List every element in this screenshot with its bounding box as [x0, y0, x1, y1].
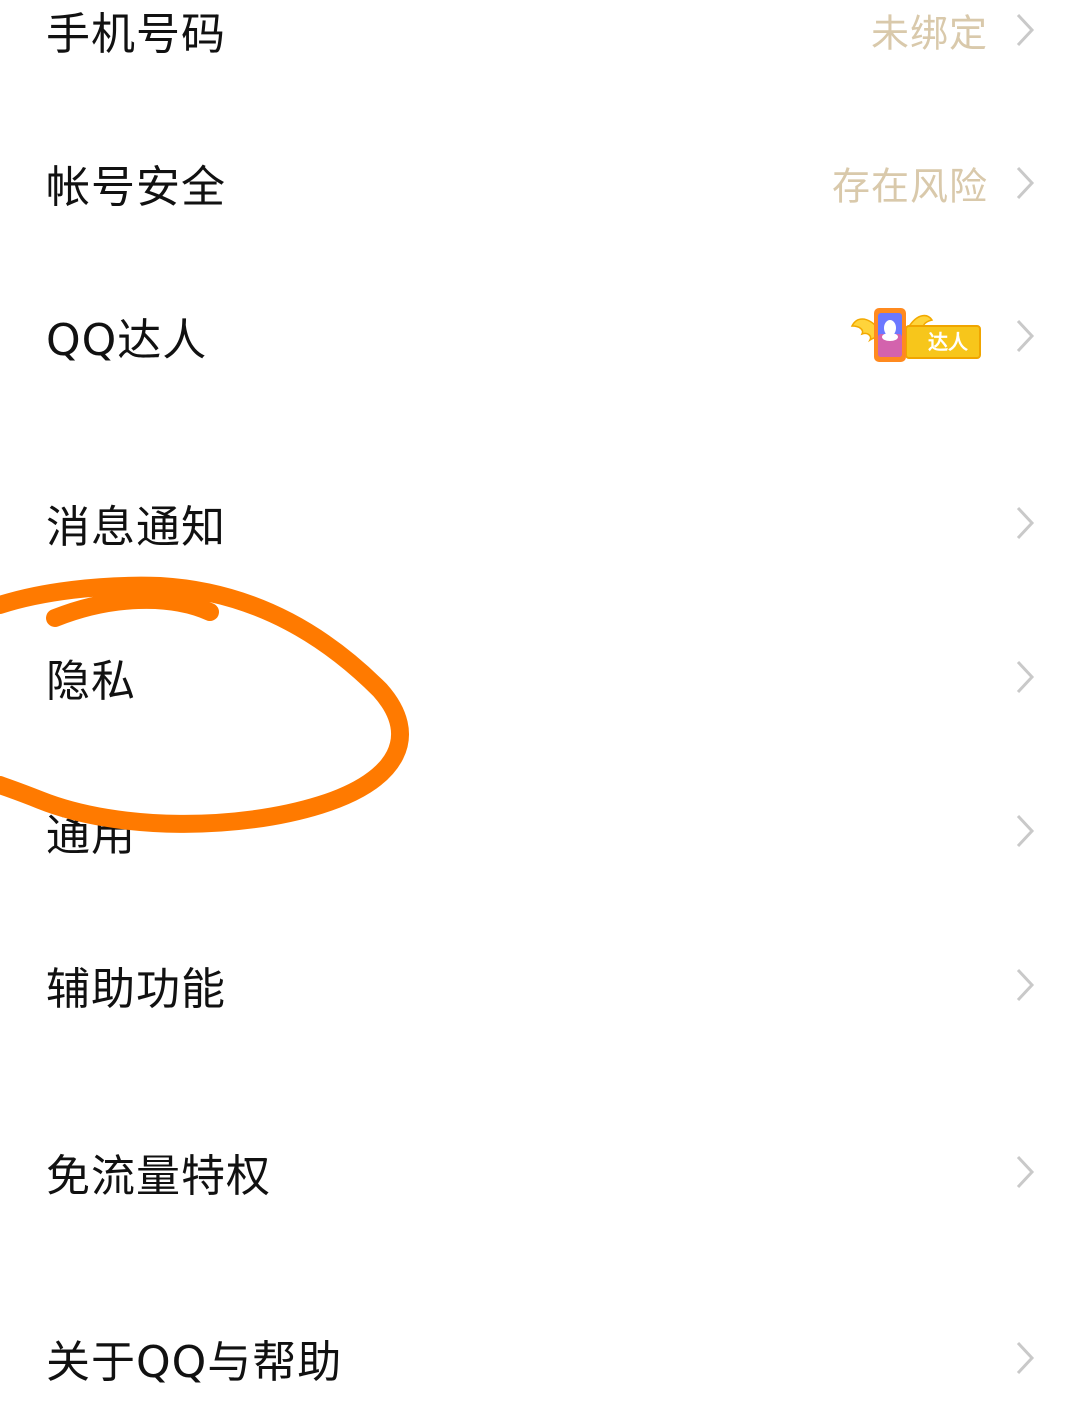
settings-item-label: 关于QQ与帮助 — [46, 1337, 343, 1388]
chevron-right-icon — [1014, 318, 1036, 354]
settings-item-about-help[interactable]: 关于QQ与帮助 — [0, 1298, 1080, 1418]
settings-item-label: 隐私 — [46, 656, 136, 707]
settings-item-label: QQ达人 — [46, 315, 208, 366]
chevron-right-icon — [1014, 505, 1036, 541]
chevron-right-icon — [1014, 659, 1036, 695]
badge-text: 达人 — [928, 330, 969, 354]
settings-item-label: 通用 — [46, 810, 136, 861]
chevron-right-icon — [1014, 12, 1036, 48]
settings-item-accessibility[interactable]: 辅助功能 — [0, 925, 1080, 1045]
settings-item-notifications[interactable]: 消息通知 — [0, 463, 1080, 583]
settings-item-phone-number[interactable]: 手机号码 未绑定 — [0, 0, 1080, 90]
settings-item-privacy[interactable]: 隐私 — [0, 617, 1080, 737]
chevron-right-icon — [1014, 1340, 1036, 1376]
qq-daren-badge-icon: 达人 — [850, 304, 982, 368]
security-status-value: 存在风险 — [831, 164, 988, 209]
settings-item-label: 手机号码 — [46, 9, 226, 60]
chevron-right-icon — [1014, 813, 1036, 849]
settings-item-label: 消息通知 — [46, 502, 226, 553]
chevron-right-icon — [1014, 165, 1036, 201]
chevron-right-icon — [1014, 1154, 1036, 1190]
settings-item-free-data-privilege[interactable]: 免流量特权 — [0, 1112, 1080, 1232]
settings-item-label: 免流量特权 — [46, 1151, 271, 1202]
settings-item-label: 帐号安全 — [46, 162, 226, 213]
settings-item-general[interactable]: 通用 — [0, 771, 1080, 891]
chevron-right-icon — [1014, 967, 1036, 1003]
settings-item-account-security[interactable]: 帐号安全 存在风险 — [0, 123, 1080, 243]
settings-item-qq-daren[interactable]: QQ达人 达人 — [0, 276, 1080, 396]
settings-item-label: 辅助功能 — [46, 964, 226, 1015]
phone-status-value: 未绑定 — [870, 11, 988, 56]
